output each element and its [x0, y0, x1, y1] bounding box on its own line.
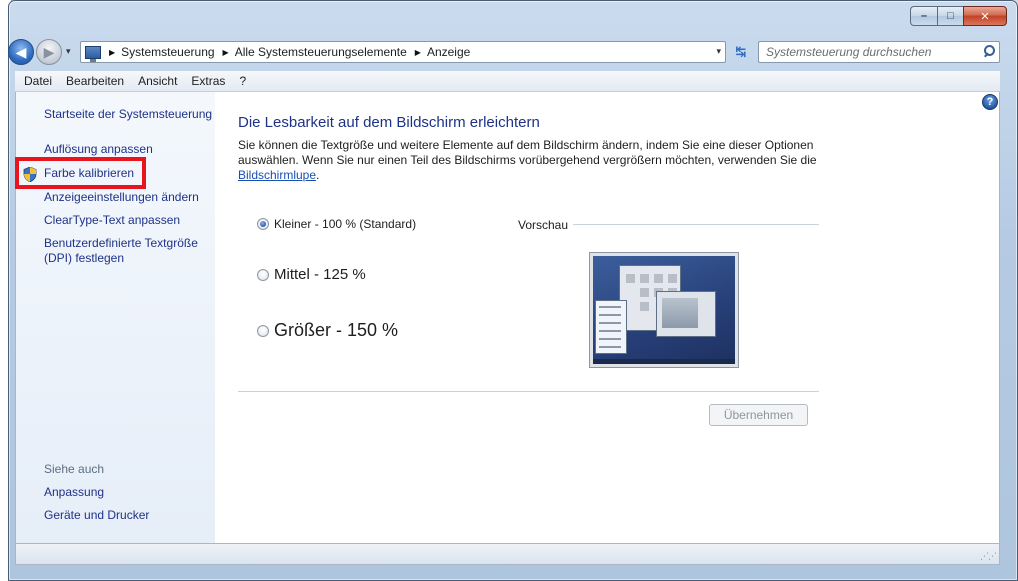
maximize-button[interactable]: □ — [937, 6, 963, 26]
highlight-annotation — [15, 157, 146, 189]
sidebar-link-cleartype[interactable]: ClearType-Text anpassen — [44, 213, 180, 228]
breadcrumb-alle-elemente[interactable]: Alle Systemsteuerungselemente — [235, 45, 407, 59]
minimize-button[interactable]: – — [910, 6, 937, 26]
maximize-icon: □ — [947, 10, 954, 22]
address-dropdown-icon[interactable]: ▾ — [716, 46, 721, 57]
preview-image-area — [662, 298, 698, 328]
menu-help[interactable]: ? — [232, 74, 253, 88]
section-divider — [238, 391, 819, 392]
intro-text: Sie können die Textgröße und weitere Ele… — [238, 138, 828, 183]
breadcrumb-separator-icon[interactable]: ▶ — [109, 48, 115, 57]
close-icon: ✕ — [980, 10, 990, 23]
refresh-button[interactable]: ↹ — [730, 41, 752, 63]
option-small-label[interactable]: Kleiner - 100 % (Standard) — [274, 217, 416, 231]
address-bar[interactable]: ▶ Systemsteuerung ▶ Alle Systemsteuerung… — [80, 41, 726, 63]
breadcrumb-separator-icon[interactable]: ▶ — [223, 48, 229, 57]
search-input[interactable] — [759, 45, 979, 59]
option-large-label[interactable]: Größer - 150 % — [274, 320, 398, 341]
intro-end: . — [316, 168, 320, 182]
sidebar-link-devices-printers[interactable]: Geräte und Drucker — [44, 508, 149, 523]
main-panel: ? Die Lesbarkeit auf dem Bildschirm erle… — [238, 92, 998, 543]
preview-icon-cell — [640, 288, 649, 297]
forward-arrow-icon: ▶ — [43, 43, 55, 60]
task-sidebar: Startseite der Systemsteuerung Auflösung… — [15, 92, 215, 543]
sidebar-link-resolution[interactable]: Auflösung anpassen — [44, 142, 153, 157]
radio-small[interactable] — [257, 218, 269, 230]
radio-large[interactable] — [257, 324, 269, 337]
recent-pages-dropdown[interactable]: ▾ — [66, 46, 71, 57]
sidebar-link-display-settings[interactable]: Anzeigeeinstellungen ändern — [44, 190, 199, 205]
preview-icon-cell — [640, 302, 649, 311]
preview-icon-cell — [640, 274, 649, 283]
back-button[interactable]: ◀ — [8, 39, 34, 65]
menu-bar: Datei Bearbeiten Ansicht Extras ? — [15, 71, 1000, 92]
preview-window-image — [656, 291, 716, 337]
navigation-bar: ◀ ▶ ▾ ▶ Systemsteuerung ▶ Alle Systemste… — [8, 37, 1000, 67]
menu-extras[interactable]: Extras — [184, 74, 232, 88]
caption-buttons: – □ ✕ — [910, 6, 1007, 26]
apply-button[interactable]: Übernehmen — [709, 404, 808, 426]
breadcrumb-anzeige[interactable]: Anzeige — [427, 45, 470, 59]
preview-taskbar — [593, 359, 735, 364]
breadcrumb-systemsteuerung[interactable]: Systemsteuerung — [121, 45, 214, 59]
preview-list-row — [599, 306, 621, 308]
page-title: Die Lesbarkeit auf dem Bildschirm erleic… — [238, 114, 540, 131]
menu-ansicht[interactable]: Ansicht — [131, 74, 184, 88]
option-small[interactable]: Kleiner - 100 % (Standard) — [257, 217, 416, 231]
sidebar-link-custom-dpi[interactable]: Benutzerdefinierte Textgröße (DPI) festl… — [44, 236, 209, 266]
preview-list-row — [599, 314, 621, 316]
preview-label: Vorschau — [518, 218, 569, 232]
magnifier-link[interactable]: Bildschirmlupe — [238, 168, 316, 182]
sidebar-link-home[interactable]: Startseite der Systemsteuerung — [44, 107, 212, 122]
option-medium-label[interactable]: Mittel - 125 % — [274, 266, 366, 283]
preview-list-row — [599, 338, 621, 340]
search-icon[interactable] — [979, 42, 999, 62]
preview-divider — [573, 224, 819, 225]
preview-screen — [593, 256, 735, 364]
help-icon: ? — [986, 96, 994, 108]
see-also-heading: Siehe auch — [44, 462, 105, 476]
breadcrumb-separator-icon[interactable]: ▶ — [415, 48, 421, 57]
control-panel-icon — [85, 45, 101, 62]
search-box[interactable] — [758, 41, 1000, 63]
resize-grip-icon[interactable]: ⋰⋰ — [980, 551, 997, 562]
option-medium[interactable]: Mittel - 125 % — [257, 266, 366, 283]
back-arrow-icon: ◀ — [15, 43, 27, 60]
radio-medium[interactable] — [257, 268, 269, 281]
preview-icon-cell — [626, 274, 635, 283]
help-button[interactable]: ? — [982, 94, 998, 110]
status-bar: ⋰⋰ — [15, 543, 1000, 565]
preview-list-row — [599, 322, 621, 324]
menu-datei[interactable]: Datei — [17, 74, 59, 88]
close-button[interactable]: ✕ — [963, 6, 1007, 26]
refresh-icon: ↹ — [735, 44, 747, 59]
preview-list-row — [599, 330, 621, 332]
preview-icon-cell — [668, 274, 677, 283]
sidebar-link-personalization[interactable]: Anpassung — [44, 485, 104, 500]
intro-body: Sie können die Textgröße und weitere Ele… — [238, 138, 817, 167]
minimize-icon: – — [920, 10, 928, 22]
preview-icon-cell — [654, 274, 663, 283]
forward-button[interactable]: ▶ — [36, 39, 62, 65]
content-area: Startseite der Systemsteuerung Auflösung… — [15, 92, 1000, 543]
menu-bearbeiten[interactable]: Bearbeiten — [59, 74, 131, 88]
preview-window-list — [595, 300, 627, 354]
option-large[interactable]: Größer - 150 % — [257, 320, 398, 341]
preview-image — [589, 252, 739, 368]
preview-list-row — [599, 346, 621, 348]
